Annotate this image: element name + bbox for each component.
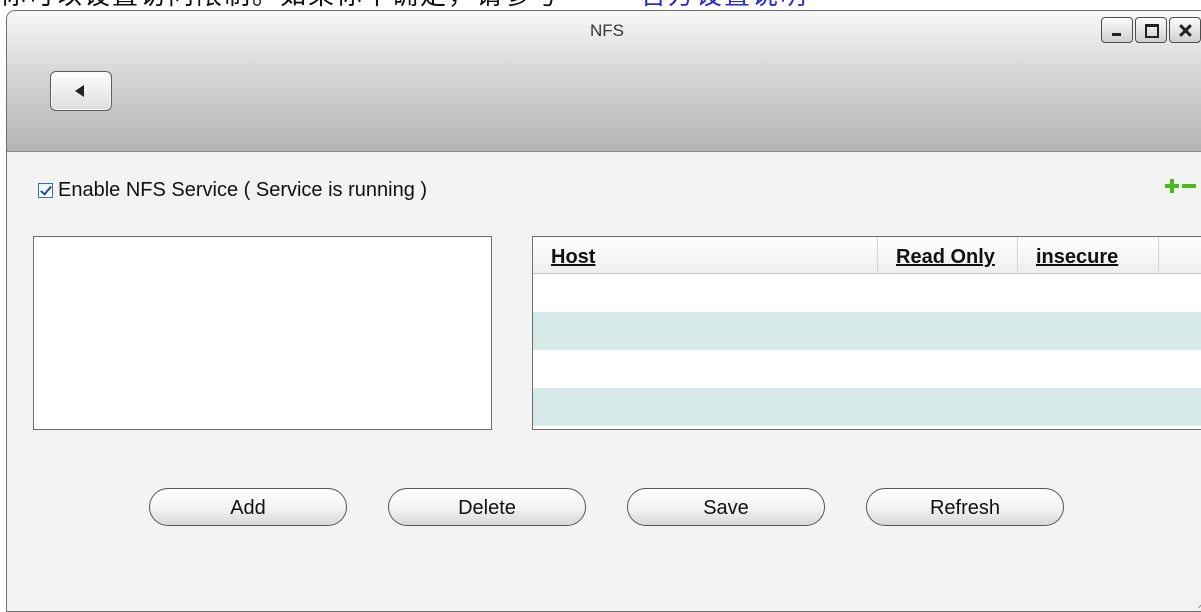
minimize-button[interactable] bbox=[1101, 17, 1133, 43]
share-list[interactable] bbox=[33, 236, 492, 430]
host-table: Host Read Only insecure bbox=[532, 236, 1201, 430]
page-text-fragment: 你可以设置访问限制。如果你不确定，请参考 官方设置说明 bbox=[0, 0, 1201, 10]
minimize-icon bbox=[1112, 33, 1121, 36]
enable-nfs-checkbox[interactable] bbox=[38, 183, 53, 198]
save-button[interactable]: Save bbox=[627, 488, 825, 526]
column-insecure[interactable]: insecure bbox=[1018, 237, 1159, 273]
table-row[interactable] bbox=[533, 274, 1201, 312]
table-row[interactable] bbox=[533, 312, 1201, 350]
add-button[interactable]: Add bbox=[149, 488, 347, 526]
enable-nfs-row[interactable]: Enable NFS Service ( Service is running … bbox=[38, 179, 427, 202]
action-buttons: Add Delete Save Refresh bbox=[7, 488, 1201, 528]
resize-grip-icon[interactable] bbox=[1187, 591, 1201, 611]
window-controls bbox=[1099, 17, 1201, 43]
maximize-button[interactable] bbox=[1135, 17, 1167, 43]
back-button[interactable] bbox=[50, 71, 112, 111]
refresh-button[interactable]: Refresh bbox=[866, 488, 1064, 526]
plus-icon[interactable] bbox=[1165, 179, 1179, 193]
fragment-text: 你可以设置访问限制。如果你不确定，请参考 bbox=[0, 0, 560, 8]
title-bar: NFS bbox=[7, 11, 1201, 152]
close-button[interactable] bbox=[1169, 17, 1201, 43]
column-read-only[interactable]: Read Only bbox=[878, 237, 1018, 273]
fragment-link[interactable]: 官方设置说明 bbox=[640, 0, 808, 8]
column-host[interactable]: Host bbox=[533, 237, 878, 273]
delete-button[interactable]: Delete bbox=[388, 488, 586, 526]
nfs-window: NFS Enable NFS Service ( Service is runn… bbox=[6, 10, 1201, 612]
minus-icon[interactable] bbox=[1182, 184, 1196, 188]
maximize-icon bbox=[1145, 24, 1159, 38]
add-remove-controls bbox=[1165, 179, 1196, 193]
table-row[interactable] bbox=[533, 350, 1201, 388]
host-table-header: Host Read Only insecure bbox=[533, 237, 1201, 274]
table-row[interactable] bbox=[533, 388, 1201, 426]
back-arrow-icon bbox=[75, 85, 84, 97]
enable-nfs-label: Enable NFS Service ( Service is running … bbox=[58, 179, 428, 201]
window-title: NFS bbox=[590, 21, 624, 40]
content-area: Enable NFS Service ( Service is running … bbox=[7, 152, 1201, 611]
